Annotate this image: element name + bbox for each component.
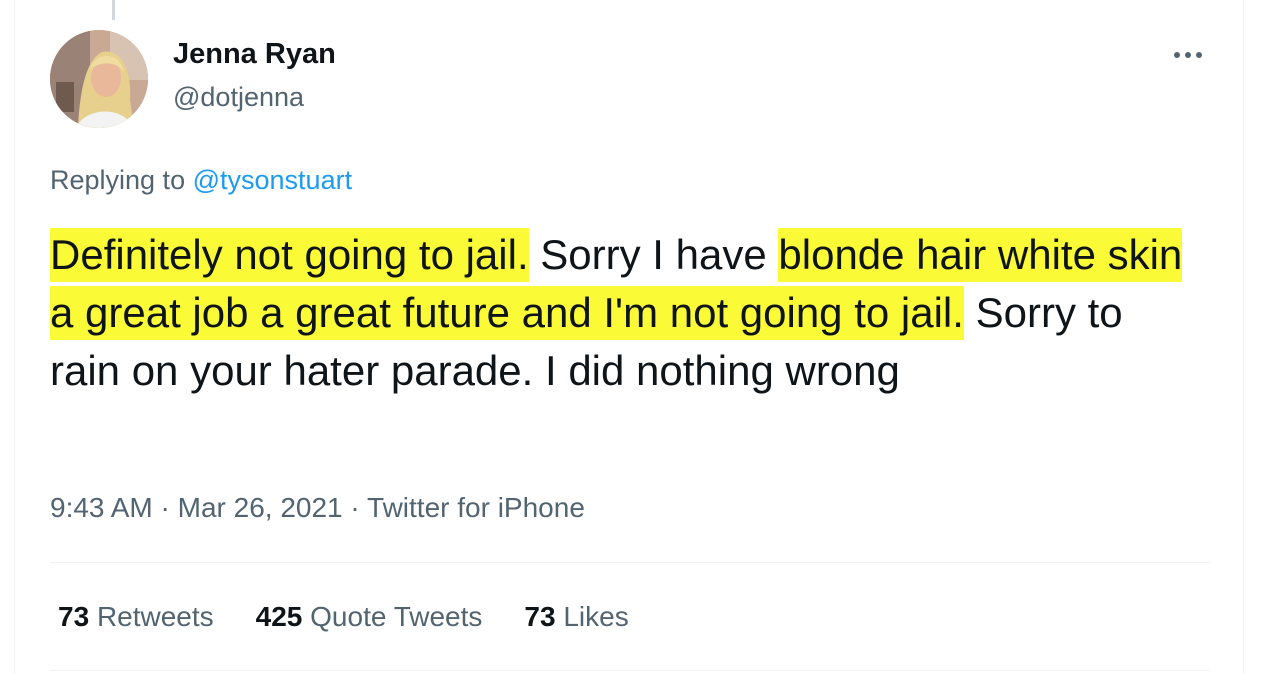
tweet-text-segment: Sorry I have [528, 231, 779, 278]
likes-count: 73 [524, 601, 556, 632]
divider [50, 562, 1210, 563]
likes-stat[interactable]: 73 Likes [524, 601, 628, 633]
tweet-source[interactable]: Twitter for iPhone [367, 492, 585, 523]
highlighted-text: Definitely not going to jail. [50, 228, 529, 282]
quote-tweets-count: 425 [255, 601, 303, 632]
tweet-date[interactable]: Mar 26, 2021 [178, 492, 343, 523]
tweet-time[interactable]: 9:43 AM [50, 492, 153, 523]
reply-mention-link[interactable]: @tysonstuart [193, 165, 352, 195]
retweets-stat[interactable]: 73 Retweets [58, 601, 214, 633]
more-options-button[interactable] [1166, 40, 1210, 70]
quote-tweets-stat[interactable]: 425 Quote Tweets [256, 601, 483, 633]
meta-separator: · [160, 492, 170, 523]
more-horizontal-icon [1196, 52, 1202, 58]
replying-to-label: Replying to [50, 165, 186, 195]
engagement-stats: 73 Retweets 425 Quote Tweets 73 Likes [58, 601, 629, 633]
more-horizontal-icon [1174, 52, 1180, 58]
thread-connector-line [112, 0, 115, 20]
author-handle[interactable]: @dotjenna [173, 82, 304, 113]
divider [50, 670, 1210, 671]
likes-label: Likes [563, 601, 629, 632]
more-horizontal-icon [1185, 52, 1191, 58]
avatar[interactable] [50, 30, 148, 128]
meta-separator: · [350, 492, 360, 523]
quote-tweets-label: Quote Tweets [310, 601, 483, 632]
tweet-text: Definitely not going to jail. Sorry I ha… [50, 226, 1200, 400]
tweet-page: Jenna Ryan @dotjenna Replying to @tysons… [0, 0, 1280, 674]
tweet-meta: 9:43 AM · Mar 26, 2021 · Twitter for iPh… [50, 492, 585, 524]
avatar-image [50, 30, 148, 128]
replying-to-line: Replying to @tysonstuart [50, 165, 352, 196]
retweets-label: Retweets [96, 601, 214, 632]
retweets-count: 73 [58, 601, 90, 632]
author-display-name[interactable]: Jenna Ryan [173, 38, 336, 71]
